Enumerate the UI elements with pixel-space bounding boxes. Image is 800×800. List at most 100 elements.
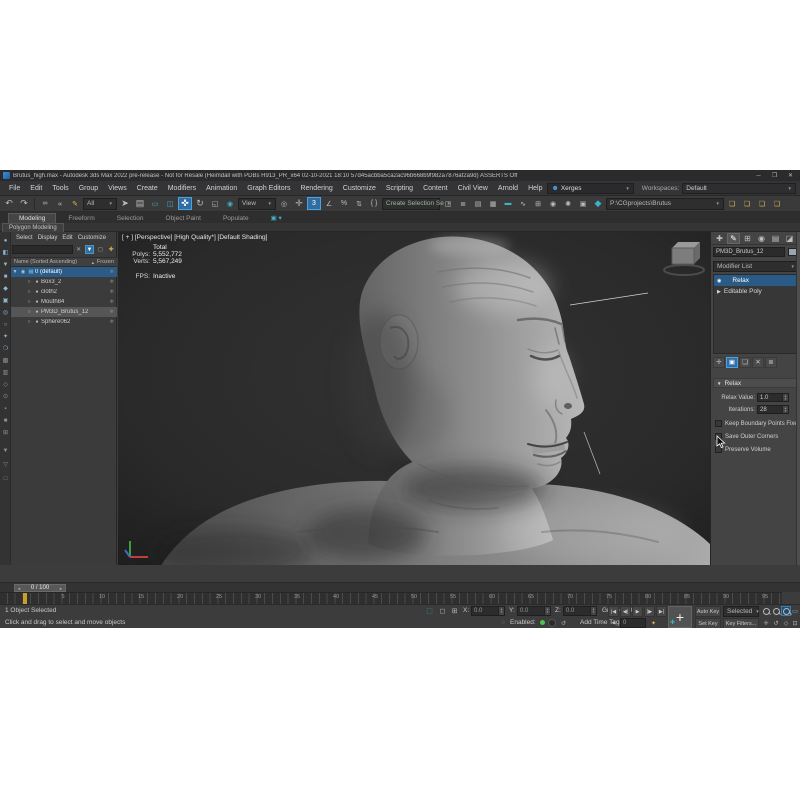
strip-icon-13[interactable]: ◇ (1, 380, 10, 389)
collapse-arrow-icon[interactable]: ▼ (11, 269, 19, 275)
window-crossing-icon[interactable]: ◫ (163, 197, 177, 210)
track-bar[interactable]: 5 10 15 20 25 30 35 40 45 50 55 60 65 70… (0, 592, 782, 604)
display-geometry-icon[interactable]: ◧ (1, 248, 10, 257)
render-preset-4-icon[interactable]: ❏ (770, 197, 784, 210)
stack-item-editable-poly[interactable]: ▶ Editable Poly (714, 286, 798, 297)
menu-modifiers[interactable]: Modifiers (163, 185, 201, 192)
layer-row[interactable]: ▼ ◉ ▦ 0 (default) ❄ (11, 267, 117, 277)
select-manipulate-icon[interactable]: ✛ (292, 197, 306, 210)
render-preset-3-icon[interactable]: ❏ (755, 197, 769, 210)
eye-icon[interactable]: ○ (25, 319, 33, 325)
menu-help[interactable]: Help (523, 185, 547, 192)
z-coordinate-field[interactable]: 0.0 ▲▼ (563, 606, 597, 616)
spinner-arrows-icon[interactable]: ▲▼ (498, 607, 504, 615)
display-containers-icon[interactable]: ✦ (1, 332, 10, 341)
utilities-tab-icon[interactable]: ◪ (783, 233, 796, 244)
edit-named-selections-icon[interactable]: { } (367, 197, 381, 210)
menu-scripting[interactable]: Scripting (381, 185, 418, 192)
iterations-spinner[interactable]: 28 ▲▼ (757, 405, 789, 414)
key-step-icon[interactable]: ◀ (608, 618, 619, 628)
scene-explorer-toggle-icon[interactable]: ▦ (486, 197, 500, 210)
selection-lock-icon[interactable]: ◻ (437, 606, 448, 616)
motion-tab-icon[interactable]: ◉ (755, 233, 768, 244)
perspective-viewport[interactable]: [ + ] [Perspective] [High Quality*] [Def… (118, 232, 710, 565)
strip-icon-11[interactable]: ▩ (1, 356, 10, 365)
eye-icon[interactable]: ○ (25, 279, 33, 285)
relax-rollout-header[interactable]: ▼ Relax (713, 378, 799, 388)
rendered-frame-window-icon[interactable]: ▣ (576, 197, 590, 210)
eye-icon[interactable]: ◉ (19, 269, 27, 275)
spinner-arrows-icon[interactable]: ▲▼ (590, 607, 596, 615)
object-row-box[interactable]: ○ ● Box3_2 ❄ (11, 277, 117, 287)
display-bones-icon[interactable]: ○ (1, 320, 10, 329)
spinner-arrows-icon[interactable]: ▲▼ (782, 406, 788, 413)
menu-arnold[interactable]: Arnold (493, 185, 523, 192)
menu-views[interactable]: Views (103, 185, 132, 192)
schematic-view-icon[interactable]: ⊞ (531, 197, 545, 210)
frozen-toggle-icon[interactable]: ❄ (110, 309, 114, 315)
mirror-icon[interactable]: ◫ (441, 197, 455, 210)
select-and-move-icon[interactable]: ✜ (178, 197, 192, 210)
layer-manager-icon[interactable]: ▤ (471, 197, 485, 210)
display-cameras-icon[interactable]: ◆ (1, 284, 10, 293)
curve-editor-icon[interactable]: ∿ (516, 197, 530, 210)
strip-icon-19[interactable]: ▽ (1, 460, 10, 469)
menu-civil-view[interactable]: Civil View (453, 185, 493, 192)
tab-modeling[interactable]: Modeling (8, 213, 56, 223)
explorer-column-header[interactable]: Name (Sorted Ascending) ▲ Frozen (11, 257, 117, 267)
goto-end-icon[interactable]: ▶| (656, 606, 667, 617)
command-panel-scrollbar[interactable] (796, 232, 800, 565)
named-selection-set-field[interactable]: Create Selection Se ▼ (382, 198, 440, 210)
user-account-dropdown[interactable]: ☻ Xerges ▼ (547, 183, 633, 194)
explorer-menu-edit[interactable]: Edit (60, 235, 74, 241)
frame-back-icon[interactable]: ◄ (17, 586, 21, 591)
animation-preview-icon[interactable]: ◌ (498, 618, 509, 628)
workspace-dropdown[interactable]: Default ▼ (682, 183, 796, 194)
make-unique-icon[interactable]: ❏ (739, 357, 751, 368)
reference-coordinate-system-dropdown[interactable]: View ▼ (238, 198, 276, 210)
select-and-link-icon[interactable]: ∞ (38, 197, 52, 210)
use-pivot-center-icon[interactable]: ◎ (277, 197, 291, 210)
display-materials-icon[interactable]: ❍ (1, 344, 10, 353)
menu-graph-editors[interactable]: Graph Editors (242, 185, 295, 192)
spinner-arrows-icon[interactable]: ▲▼ (782, 394, 788, 401)
strip-icon-12[interactable]: ▥ (1, 368, 10, 377)
polygon-modeling-panel[interactable]: Polygon Modeling (2, 223, 64, 232)
menu-animation[interactable]: Animation (201, 185, 242, 192)
selection-filter-dropdown[interactable]: All ▼ (83, 198, 117, 210)
show-end-result-icon[interactable]: ▣ (726, 357, 738, 368)
menu-edit[interactable]: Edit (25, 185, 47, 192)
angle-snap-icon[interactable]: ∠ (322, 197, 336, 210)
material-editor-icon[interactable]: ◉ (546, 197, 560, 210)
next-frame-icon[interactable]: |▶ (644, 606, 655, 617)
minimize-button[interactable]: ─ (752, 171, 765, 180)
strip-icon-16[interactable]: ■ (1, 416, 10, 425)
filter-icon[interactable]: ▼ (85, 245, 95, 254)
clear-search-icon[interactable]: ✕ (74, 245, 84, 254)
maximize-button[interactable]: ❐ (768, 171, 781, 180)
explorer-menu-customize[interactable]: Customize (76, 235, 108, 241)
select-and-place-icon[interactable]: ◉ (223, 197, 237, 210)
explorer-menu-select[interactable]: Select (14, 235, 35, 241)
strip-icon-14[interactable]: ⊙ (1, 392, 10, 401)
frame-forward-icon[interactable]: ► (59, 586, 63, 591)
display-spacewarps-icon[interactable]: ◎ (1, 308, 10, 317)
percent-snap-icon[interactable]: % (337, 197, 351, 210)
loop-icon[interactable]: ↺ (558, 618, 569, 628)
menu-create[interactable]: Create (132, 185, 163, 192)
undo-icon[interactable]: ↶ (2, 197, 16, 210)
eye-icon[interactable]: ○ (25, 309, 33, 315)
record-toggle-icon[interactable] (548, 619, 556, 627)
ribbon-toggle-icon[interactable]: ▬ (501, 197, 515, 210)
keep-boundary-checkbox[interactable] (715, 420, 722, 427)
display-lights-icon[interactable]: ■ (1, 272, 10, 281)
close-button[interactable]: ✕ (784, 171, 797, 180)
spinner-snap-icon[interactable]: ⇅ (352, 197, 366, 210)
viewcube[interactable] (658, 238, 706, 280)
frozen-toggle-icon[interactable]: ❄ (110, 299, 114, 305)
select-by-name-icon[interactable]: ▤ (133, 197, 147, 210)
time-slider-handle[interactable]: ◄ 0 / 100 ► (14, 584, 66, 592)
remove-modifier-icon[interactable]: ✕ (752, 357, 764, 368)
viewport-label[interactable]: [ + ] [Perspective] [High Quality*] [Def… (122, 234, 267, 241)
lock-icon[interactable]: ◻ (95, 245, 105, 254)
